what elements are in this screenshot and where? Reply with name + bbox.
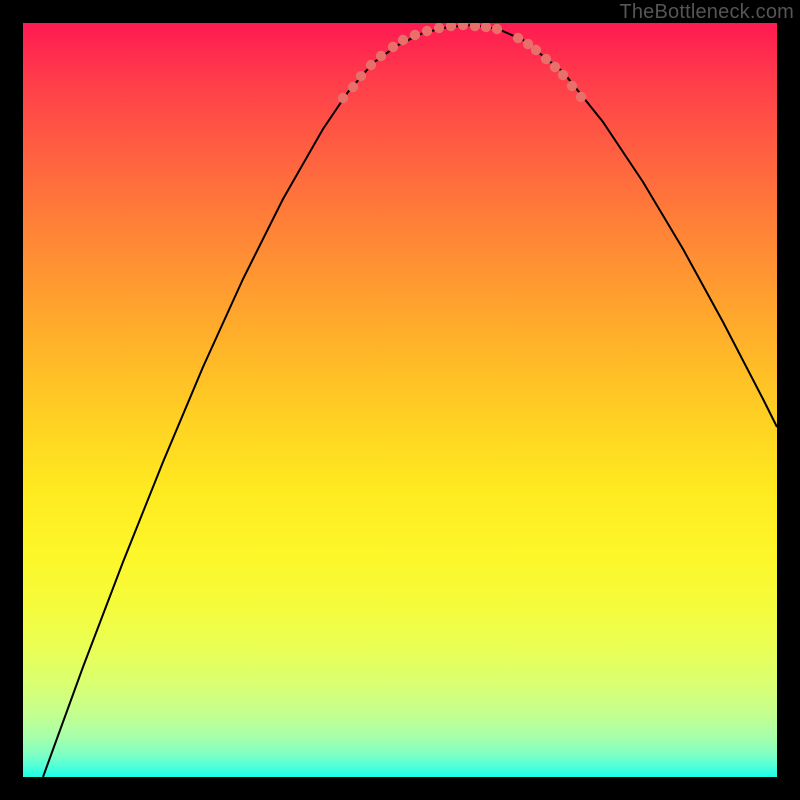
curve-marker — [481, 23, 491, 32]
curve-marker — [434, 23, 444, 33]
curve-marker — [356, 71, 366, 81]
curve-marker — [388, 42, 398, 52]
curve-marker — [458, 23, 468, 30]
curve-marker — [558, 70, 568, 80]
curve-marker — [576, 92, 586, 102]
curve-marker — [398, 35, 408, 45]
curve-marker — [541, 54, 551, 64]
curve-marker — [422, 26, 432, 36]
curve-marker — [366, 60, 376, 70]
curve-marker — [513, 33, 523, 43]
plot-area — [23, 23, 777, 777]
watermark-text: TheBottleneck.com — [619, 1, 794, 24]
bottleneck-curve — [23, 23, 777, 777]
curve-marker — [492, 24, 502, 34]
curve-marker — [410, 30, 420, 40]
curve-marker — [470, 23, 480, 31]
curve-marker — [376, 51, 386, 61]
curve-marker — [531, 45, 541, 55]
curve-marker — [550, 62, 560, 72]
curve-marker — [567, 81, 577, 91]
curve-marker — [446, 23, 456, 31]
chart-frame: TheBottleneck.com — [0, 0, 800, 800]
curve-marker — [338, 93, 348, 103]
curve-marker — [348, 82, 358, 92]
